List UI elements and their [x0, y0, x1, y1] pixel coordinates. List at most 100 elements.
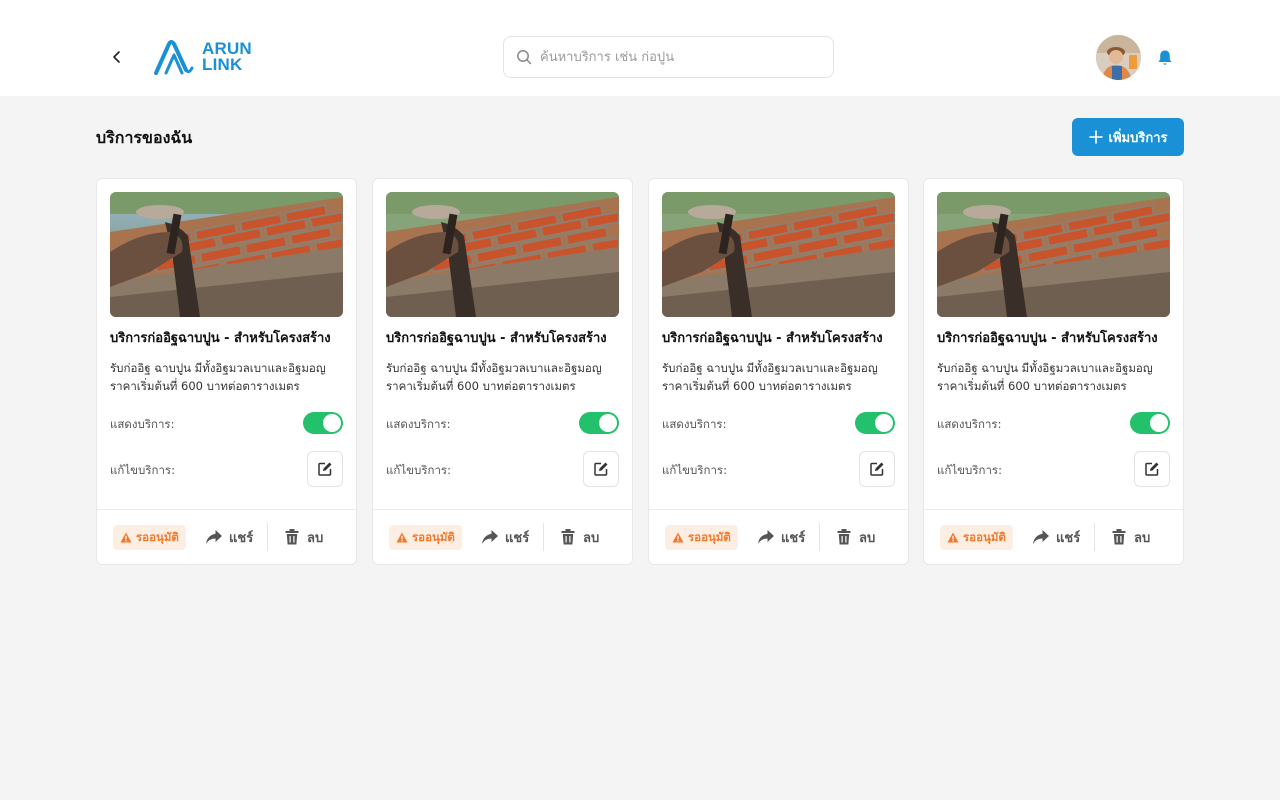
show-service-toggle[interactable] [303, 412, 343, 434]
warning-icon [396, 532, 408, 543]
share-button[interactable]: แชร์ [481, 526, 529, 548]
service-description-line: ราคาเริ่มต้นที่ 600 บาทต่อตารางเมตร [662, 379, 852, 393]
service-description: รับก่ออิฐ ฉาบปูน มีทั้งอิฐมวลเบาและอิฐมอ… [386, 359, 626, 395]
service-description: รับก่ออิฐ ฉาบปูน มีทั้งอิฐมวลเบาและอิฐมอ… [662, 359, 902, 395]
status-badge: รออนุมัติ [113, 525, 186, 550]
brick-wall-photo [386, 192, 619, 317]
notification-button[interactable] [1155, 48, 1175, 68]
service-description: รับก่ออิฐ ฉาบปูน มีทั้งอิฐมวลเบาและอิฐมอ… [110, 359, 350, 395]
show-service-toggle[interactable] [1130, 412, 1170, 434]
service-description-line: รับก่ออิฐ ฉาบปูน มีทั้งอิฐมวลเบาและอิฐมอ… [937, 361, 1153, 375]
card-footer: รออนุมัติ แชร์ ลบ [924, 510, 1183, 564]
edit-service-label: แก้ไขบริการ: [110, 463, 175, 477]
service-card: บริการก่ออิฐฉาบปูน - สำหรับโครงสร้าง รับ… [923, 178, 1184, 565]
logo-mark-icon [154, 40, 194, 75]
status-text: รออนุมัติ [136, 529, 179, 544]
logo-text: ARUN LINK [202, 40, 252, 74]
toggle-knob [323, 414, 341, 432]
service-card: บริการก่ออิฐฉาบปูน - สำหรับโครงสร้าง รับ… [96, 178, 357, 565]
footer-separator [543, 523, 544, 551]
share-label: แชร์ [1056, 530, 1081, 546]
top-header: ARUN LINK [0, 0, 1280, 96]
delete-label: ลบ [1134, 530, 1151, 546]
add-service-label: เพิ่มบริการ [1108, 129, 1168, 145]
service-description-line: ราคาเริ่มต้นที่ 600 บาทต่อตารางเมตร [386, 379, 576, 393]
show-service-toggle[interactable] [855, 412, 895, 434]
edit-icon [594, 462, 608, 476]
logo-line-2: LINK [202, 55, 243, 74]
show-service-label: แสดงบริการ: [662, 417, 727, 431]
chevron-left-icon [113, 51, 120, 63]
edit-service-label: แก้ไขบริการ: [937, 463, 1002, 477]
service-title[interactable]: บริการก่ออิฐฉาบปูน - สำหรับโครงสร้าง [662, 327, 897, 348]
edit-service-button[interactable] [307, 451, 343, 487]
show-service-label: แสดงบริการ: [937, 417, 1002, 431]
warning-icon [672, 532, 684, 543]
delete-label: ลบ [583, 530, 600, 546]
edit-service-label: แก้ไขบริการ: [662, 463, 727, 477]
toggle-knob [875, 414, 893, 432]
show-service-toggle[interactable] [579, 412, 619, 434]
share-icon [758, 530, 774, 544]
search-icon [517, 50, 532, 65]
card-footer: รออนุมัติ แชร์ ลบ [649, 510, 908, 564]
edit-service-button[interactable] [859, 451, 895, 487]
plus-icon [1088, 130, 1103, 144]
share-label: แชร์ [505, 530, 530, 546]
app-logo[interactable]: ARUN LINK [152, 38, 252, 76]
search-input[interactable] [540, 49, 810, 65]
trash-icon [285, 529, 299, 545]
share-label: แชร์ [229, 530, 254, 546]
edit-service-button[interactable] [583, 451, 619, 487]
share-button[interactable]: แชร์ [205, 526, 253, 548]
avatar[interactable] [1096, 35, 1141, 80]
service-description-line: ราคาเริ่มต้นที่ 600 บาทต่อตารางเมตร [110, 379, 300, 393]
footer-separator [1094, 523, 1095, 551]
service-card: บริการก่ออิฐฉาบปูน - สำหรับโครงสร้าง รับ… [372, 178, 633, 565]
show-service-label: แสดงบริการ: [386, 417, 451, 431]
service-title[interactable]: บริการก่ออิฐฉาบปูน - สำหรับโครงสร้าง [110, 327, 345, 348]
search-box[interactable] [503, 36, 834, 78]
footer-separator [819, 523, 820, 551]
status-text: รออนุมัติ [412, 529, 455, 544]
page-title: บริการของฉัน [96, 128, 193, 147]
card-footer: รออนุมัติ แชร์ ลบ [97, 510, 356, 564]
share-icon [1033, 530, 1049, 544]
trash-icon [837, 529, 851, 545]
toggle-knob [1150, 414, 1168, 432]
show-service-label: แสดงบริการ: [110, 417, 175, 431]
trash-icon [561, 529, 575, 545]
service-description: รับก่ออิฐ ฉาบปูน มีทั้งอิฐมวลเบาและอิฐมอ… [937, 359, 1177, 395]
edit-icon [870, 462, 884, 476]
delete-button[interactable]: ลบ [837, 526, 875, 548]
brick-wall-photo [662, 192, 895, 317]
user-photo [1096, 35, 1141, 80]
trash-icon [1112, 529, 1126, 545]
service-description-line: รับก่ออิฐ ฉาบปูน มีทั้งอิฐมวลเบาและอิฐมอ… [110, 361, 326, 375]
service-image [110, 192, 343, 317]
share-icon [482, 530, 498, 544]
status-badge: รออนุมัติ [940, 525, 1013, 550]
bell-icon [1158, 50, 1172, 65]
warning-icon [120, 532, 132, 543]
share-button[interactable]: แชร์ [1032, 526, 1080, 548]
edit-icon [1145, 462, 1159, 476]
service-image [386, 192, 619, 317]
edit-service-button[interactable] [1134, 451, 1170, 487]
delete-button[interactable]: ลบ [561, 526, 599, 548]
service-card: บริการก่ออิฐฉาบปูน - สำหรับโครงสร้าง รับ… [648, 178, 909, 565]
service-image [937, 192, 1170, 317]
add-service-button[interactable]: เพิ่มบริการ [1072, 118, 1184, 156]
brick-wall-photo [110, 192, 343, 317]
toggle-knob [599, 414, 617, 432]
delete-button[interactable]: ลบ [285, 526, 323, 548]
footer-separator [267, 523, 268, 551]
share-icon [206, 530, 222, 544]
delete-label: ลบ [307, 530, 324, 546]
warning-icon [947, 532, 959, 543]
share-button[interactable]: แชร์ [757, 526, 805, 548]
back-button[interactable] [104, 44, 130, 70]
delete-button[interactable]: ลบ [1112, 526, 1150, 548]
service-title[interactable]: บริการก่ออิฐฉาบปูน - สำหรับโครงสร้าง [937, 327, 1172, 348]
service-title[interactable]: บริการก่ออิฐฉาบปูน - สำหรับโครงสร้าง [386, 327, 621, 348]
